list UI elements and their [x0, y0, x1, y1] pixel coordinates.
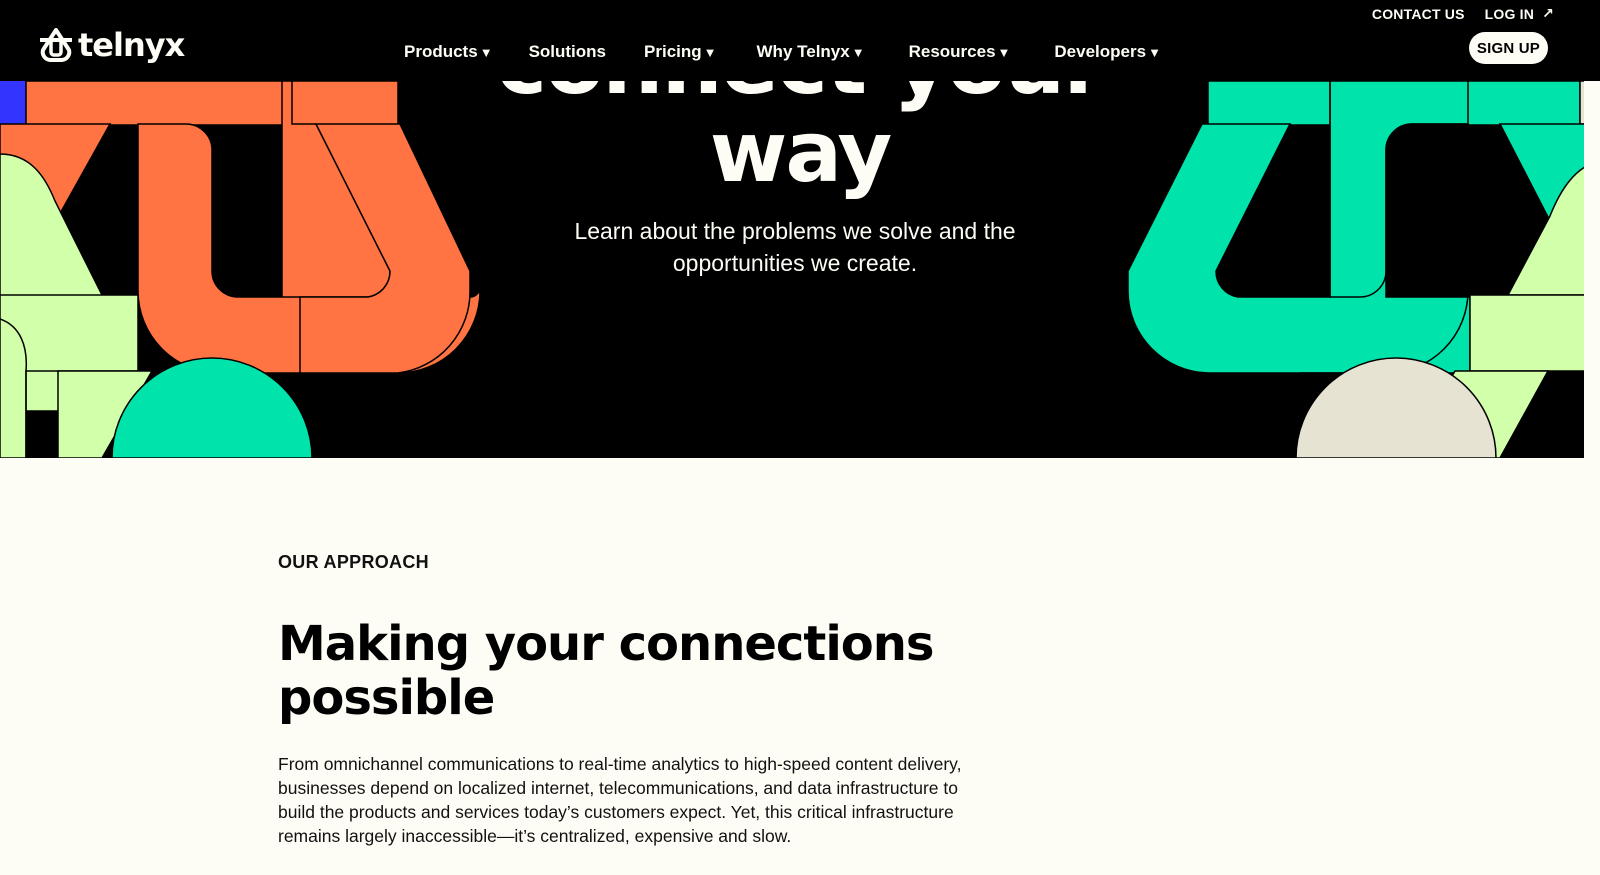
utility-links: CONTACT US LOG IN ↗ [1372, 5, 1554, 22]
caret-down-icon: ▼ [479, 44, 493, 60]
nav-solutions-label: Solutions [528, 42, 607, 61]
nav-resources-label: Resources [908, 42, 996, 61]
contact-us-link[interactable]: CONTACT US [1372, 6, 1465, 22]
section-eyebrow: OUR APPROACH [278, 552, 429, 572]
site-header: telnyx CONTACT US LOG IN ↗ Products ▼ So… [0, 0, 1600, 81]
nav-why-telnyx[interactable]: Why Telnyx ▼ [757, 42, 865, 62]
nav-why-telnyx-label: Why Telnyx [756, 42, 850, 61]
nav-resources[interactable]: Resources ▼ [909, 42, 1011, 62]
arrow-up-right-icon: ↗ [1542, 5, 1554, 21]
nav-developers-label: Developers [1054, 42, 1147, 61]
hero-subtitle: Learn about the problems we solve and th… [574, 218, 1016, 276]
caret-down-icon: ▼ [997, 44, 1011, 60]
nav-solutions[interactable]: Solutions [529, 42, 606, 62]
log-in-link[interactable]: LOG IN ↗ [1485, 5, 1554, 22]
log-in-label: LOG IN [1484, 5, 1535, 22]
nav-developers[interactable]: Developers ▼ [1054, 42, 1161, 62]
nav-products-label: Products [404, 42, 478, 61]
sign-up-button[interactable]: SIGN UP [1468, 32, 1548, 64]
hero-title-line-2: way [709, 103, 892, 201]
lime-bar-right [1469, 294, 1600, 372]
brand-name: telnyx [78, 26, 185, 64]
section-title: Making your connections possible [278, 616, 935, 726]
caret-down-icon: ▼ [851, 44, 865, 60]
nav-pricing-label: Pricing [644, 42, 702, 61]
caret-down-icon: ▼ [1148, 44, 1161, 60]
nav-products[interactable]: Products ▼ [404, 42, 493, 62]
hero-section: connect your way Learn about the problem… [0, 81, 1600, 458]
nav-pricing[interactable]: Pricing ▼ [644, 42, 717, 62]
section-body: From omnichannel communications to real-… [278, 754, 962, 846]
caret-down-icon: ▼ [703, 44, 717, 60]
telnyx-logo-icon [40, 28, 72, 62]
main-nav: Products ▼ Solutions Pricing ▼ Why Telny… [404, 42, 1199, 62]
telnyx-logo[interactable]: telnyx [38, 26, 185, 64]
